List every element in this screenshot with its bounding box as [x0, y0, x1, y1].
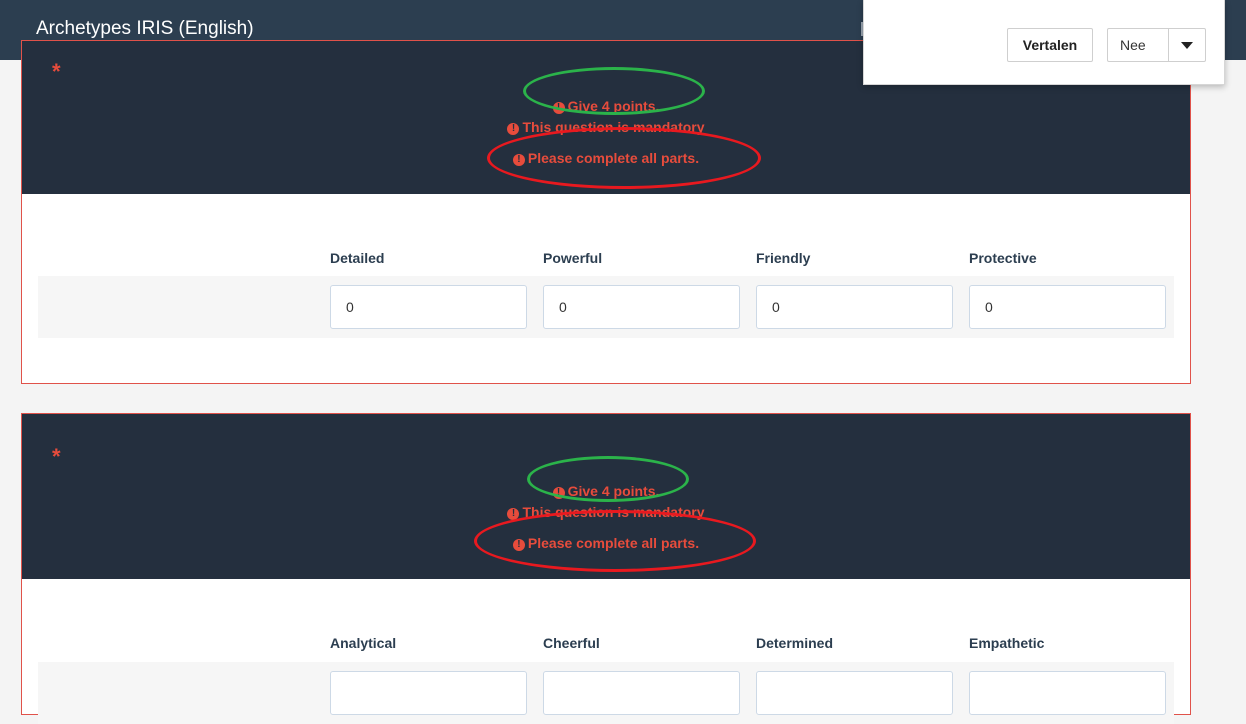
- translate-popup: Vertalen Nee: [863, 0, 1225, 85]
- points-input-friendly[interactable]: [756, 285, 953, 329]
- points-input-cheerful[interactable]: [543, 671, 740, 715]
- column-label: Friendly: [756, 250, 811, 266]
- annotation-red-ellipse: [487, 127, 761, 189]
- translate-select[interactable]: Nee: [1107, 28, 1206, 62]
- points-input-determined[interactable]: [756, 671, 953, 715]
- points-input-empathetic[interactable]: [969, 671, 1166, 715]
- caret-down-icon: [1181, 41, 1193, 49]
- dropdown-toggle[interactable]: [1168, 29, 1205, 61]
- app-title: Archetypes IRIS (English): [36, 18, 254, 39]
- column-label: Empathetic: [969, 635, 1045, 651]
- answer-row: [38, 662, 1174, 724]
- column-label: Powerful: [543, 250, 603, 266]
- annotation-red-ellipse: [474, 510, 756, 572]
- answer-row: [38, 276, 1174, 338]
- annotation-green-ellipse: [527, 456, 689, 502]
- translate-select-value: Nee: [1120, 37, 1146, 53]
- column-label: Protective: [969, 250, 1037, 266]
- column-label: Determined: [756, 635, 834, 651]
- column-label: Detailed: [330, 250, 385, 266]
- exclamation-circle-icon: !: [507, 123, 520, 135]
- points-input-powerful[interactable]: [543, 285, 740, 329]
- translate-button[interactable]: Vertalen: [1007, 28, 1093, 62]
- points-input-detailed[interactable]: [330, 285, 527, 329]
- question-card: * ! Give 4 points. ! This question is mand…: [21, 413, 1191, 724]
- column-label: Analytical: [330, 635, 397, 651]
- points-input-protective[interactable]: [969, 285, 1166, 329]
- required-marker: *: [52, 59, 61, 84]
- question-card: * ! Give 4 points. ! This question is mand…: [21, 40, 1191, 384]
- column-label: Cheerful: [543, 635, 600, 651]
- question-header: * ! Give 4 points. ! This question is mand…: [22, 414, 1190, 579]
- required-marker: *: [52, 444, 61, 469]
- annotation-green-ellipse: [523, 67, 705, 115]
- points-input-analytical[interactable]: [330, 671, 527, 715]
